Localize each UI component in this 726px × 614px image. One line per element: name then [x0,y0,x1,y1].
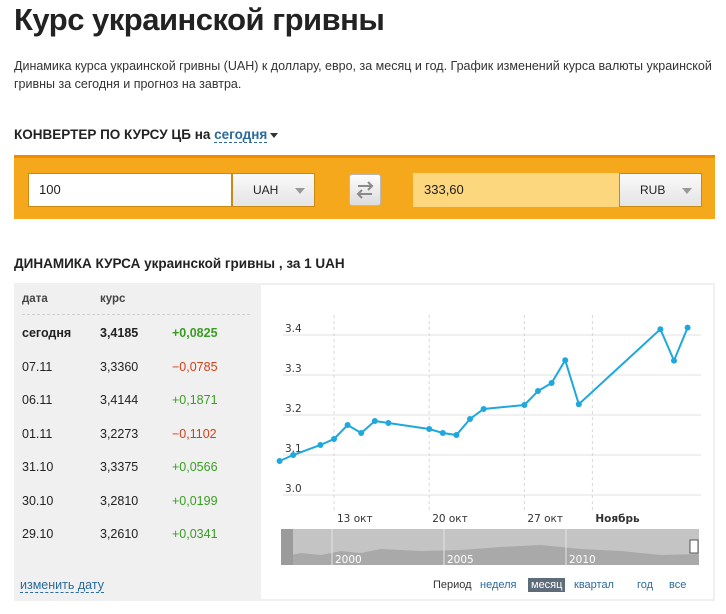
row-rate: 3,3375 [100,460,139,474]
column-header-date: дата [22,293,48,305]
row-rate: 3,4185 [100,326,139,340]
data-point [331,436,337,442]
dynamics-heading: ДИНАМИКА КУРСА украинской гривны , за 1 … [14,256,345,271]
to-currency-value: RUB [640,183,666,197]
converter-bar: 100 UAH 333,60 RUB [14,155,715,219]
table-row: сегодня 3,4185 +0,0825 [14,318,258,351]
navigator-shade-left [281,529,293,565]
dynamics-panel: дата курс сегодня 3,4185 +0,0825 07.11 3,336… [14,283,715,601]
table-row: 06.11 3,4144 +0,1871 [14,385,258,418]
chevron-down-icon [295,188,305,194]
data-point [453,432,460,438]
rate-chart: 3.0 3.1 3.2 3.3 3.4 13 окт 20 окт 27 окт Ноябрь 2… [261,285,713,599]
x-tick-label: 27 окт [527,513,563,525]
row-change: +0,0566 [172,460,218,474]
row-date: 07.11 [22,359,53,374]
period-month[interactable]: месяц [528,578,566,592]
swap-arrows-icon [356,181,374,199]
period-all[interactable]: все [669,579,686,591]
table-row: 07.11 3,3360 −0,0785 [14,352,258,385]
period-selector: Период неделя месяц квартал год все [261,577,713,597]
navigator-year-label: 2010 [569,554,596,566]
row-date: 06.11 [22,393,53,407]
x-tick-label: Ноябрь [595,513,640,525]
page-title: Курс украинской гривны [14,2,385,37]
data-point [426,426,433,432]
row-date: 29.10 [22,527,54,541]
rate-chart-svg: 3.03.13.23.33.413 окт 20 окт 27 окт Ноябрь2… [276,315,701,566]
table-row: 31.10 3,3375 +0,0566 [14,452,258,485]
x-tick-label: 13 окт [337,513,373,525]
table-row: 29.10 3,2610 +0,0341 [14,519,258,552]
dynamics-heading-bold: ДИНАМИКА КУРСА [14,256,141,271]
from-currency-value: UAH [253,183,279,197]
data-point [467,416,473,422]
navigator-handle [689,539,699,554]
amount-input[interactable]: 100 [28,173,232,207]
period-label: Период [433,579,472,591]
row-rate: 3,3360 [100,359,139,374]
divider [22,314,250,315]
row-rate: 3,2610 [100,527,139,541]
row-date: 31.10 [22,460,54,474]
y-tick-label: 3.2 [285,403,302,415]
row-change: +0,0341 [172,527,218,541]
row-change: +0,0825 [172,326,218,340]
row-date: 01.11 [22,426,53,441]
data-point [276,458,283,464]
data-point [671,357,677,364]
data-point [480,406,487,412]
converter-date-link[interactable]: сегодня [214,127,268,143]
rate-series-line [279,327,689,462]
data-point [371,418,378,424]
x-tick-label: 20 окт [432,513,468,525]
data-point [657,326,664,333]
row-rate: 3,2810 [100,493,139,508]
change-date-link[interactable]: изменить дату [20,578,104,593]
data-point [439,430,446,436]
converter-heading-text: КОНВЕРТЕР ПО КУРСУ ЦБ на [14,127,211,142]
data-point [535,388,541,394]
row-date: 30.10 [22,493,54,508]
period-year[interactable]: год [637,579,653,591]
table-row: 01.11 3,2273 −0,1102 [14,419,258,452]
data-point [385,420,392,426]
period-week[interactable]: неделя [480,579,517,591]
row-change: +0,1871 [172,393,218,407]
rates-table: дата курс сегодня 3,4185 +0,0825 07.11 3,336… [14,283,258,601]
data-point [684,324,691,331]
navigator-year-label: 2005 [447,554,474,566]
row-change: +0,0199 [172,493,218,508]
from-currency-select[interactable]: UAH [232,173,315,207]
period-quarter[interactable]: квартал [574,579,614,591]
data-point [562,357,569,364]
row-rate: 3,2273 [100,426,139,441]
to-currency-select[interactable]: RUB [619,173,702,207]
column-header-rate: курс [100,293,126,305]
data-point [317,442,324,448]
result-field: 333,60 [413,173,619,207]
data-point [344,422,351,428]
row-date: сегодня [22,326,72,340]
data-point [358,430,365,436]
y-tick-label: 3.0 [285,483,302,495]
dynamics-heading-rest: украинской гривны , за 1 UAH [144,256,345,271]
row-change: −0,1102 [172,426,217,441]
y-tick-label: 3.4 [285,323,302,335]
data-point [521,402,528,408]
swap-currencies-button[interactable] [349,174,381,206]
row-rate: 3,4144 [100,393,139,407]
y-tick-label: 3.3 [285,363,302,375]
navigator-year-label: 2000 [335,554,362,566]
data-point [548,380,555,386]
data-point [575,401,582,408]
data-point [290,452,297,458]
page-description: Динамика курса украинской гривны (UAH) к… [14,59,712,91]
chevron-down-icon [682,188,692,194]
converter-heading: КОНВЕРТЕР ПО КУРСУ ЦБ на сегодня [14,127,279,143]
row-change: −0,0785 [172,359,218,374]
chevron-down-icon[interactable] [270,132,279,138]
table-row: 30.10 3,2810 +0,0199 [14,486,258,519]
